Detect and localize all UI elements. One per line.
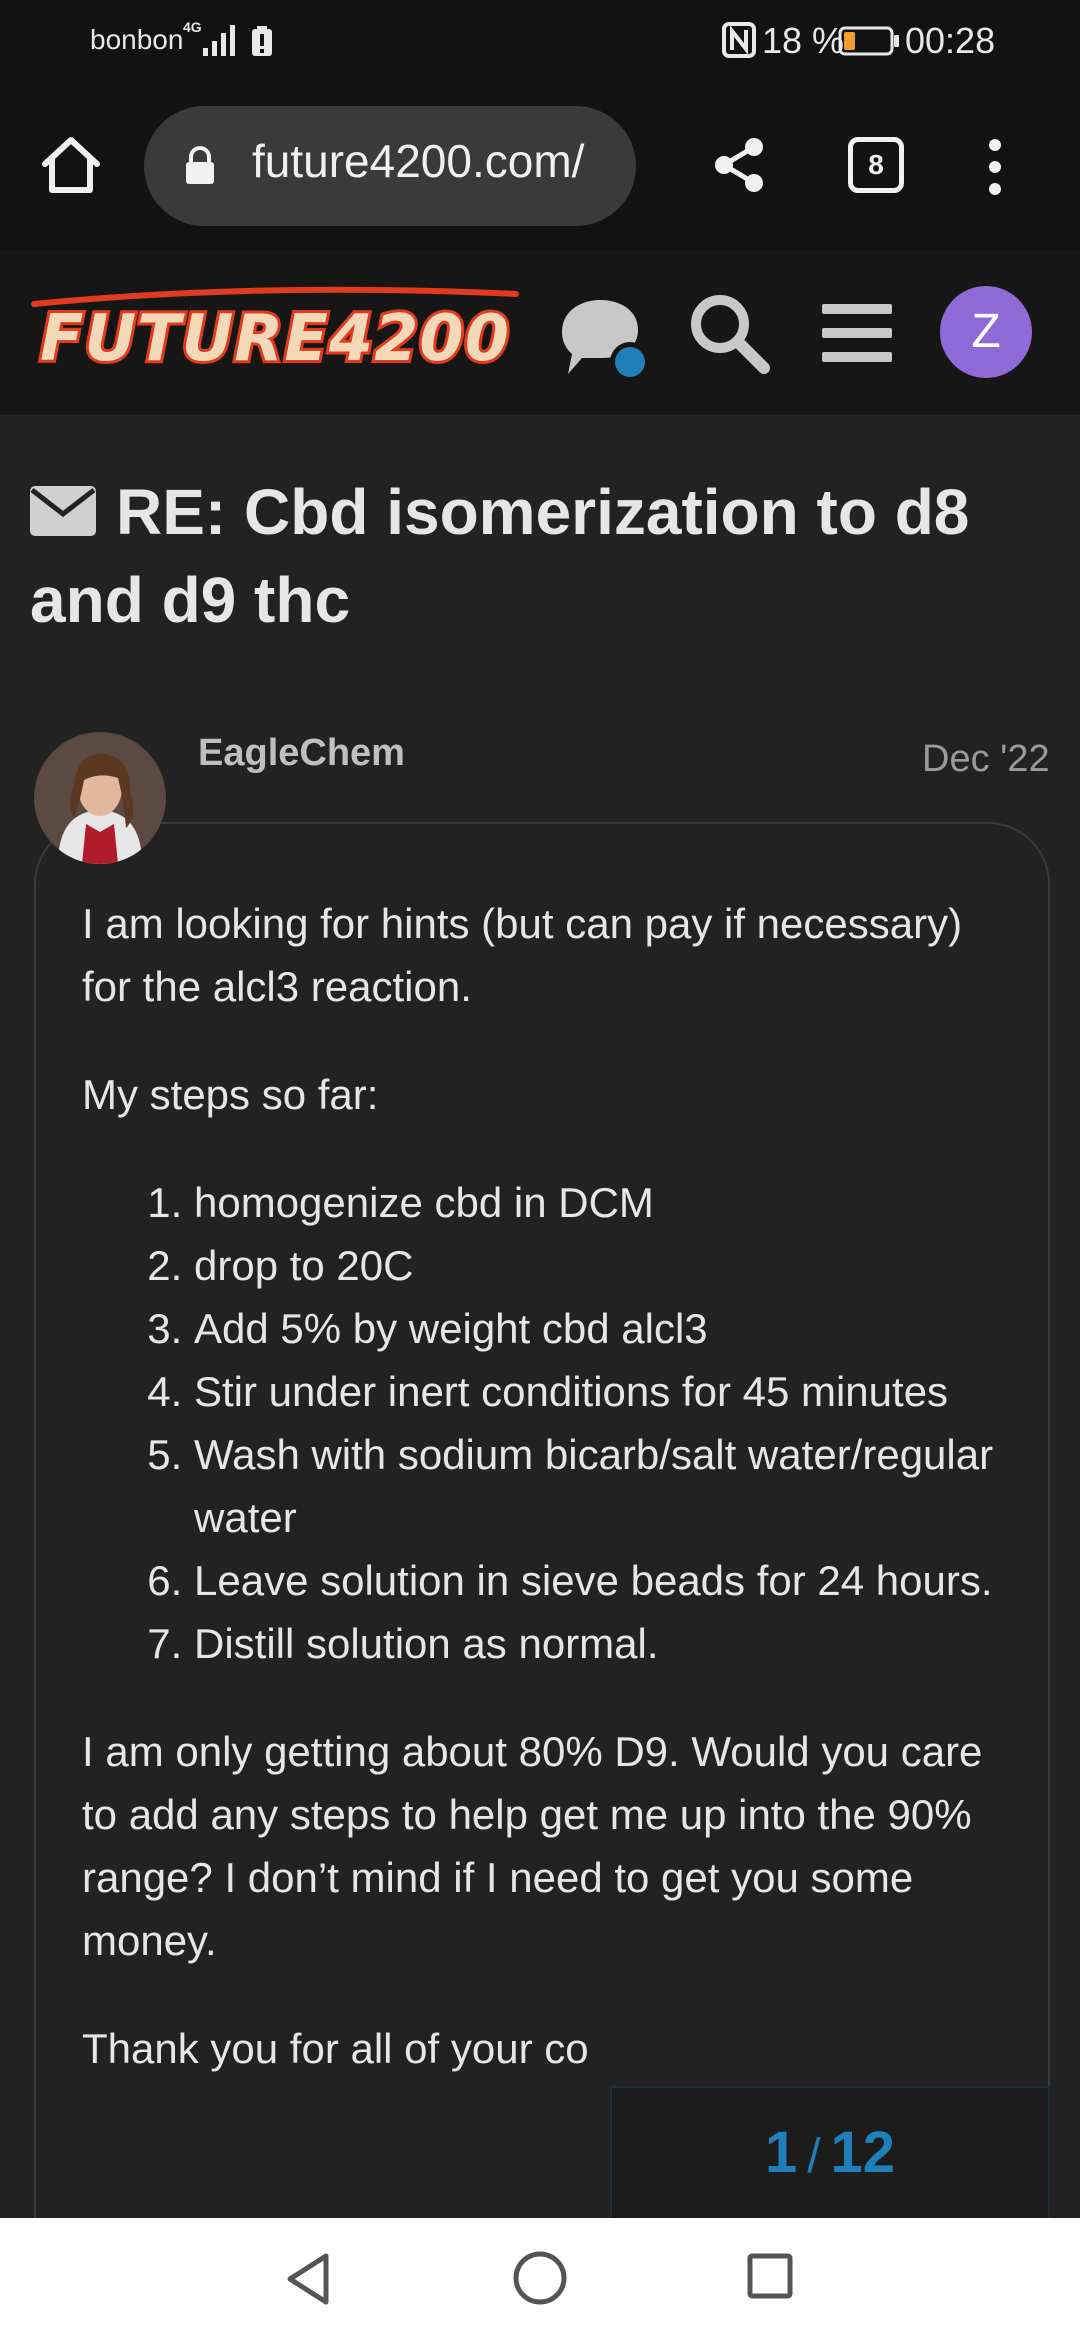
list-item: drop to 20C bbox=[194, 1234, 1002, 1297]
status-bar: bonbon 4G 18 % 00:28 bbox=[0, 0, 1080, 82]
post-steps-heading: My steps so far: bbox=[82, 1071, 379, 1118]
browser-toolbar: future4200.com/ 8 bbox=[0, 82, 1080, 250]
list-item: Add 5% by weight cbd alcl3 bbox=[194, 1297, 1002, 1360]
list-item: Distill solution as normal. bbox=[194, 1612, 1002, 1675]
clock: 00:28 bbox=[905, 20, 996, 61]
post-progress-counter[interactable]: 1/12 bbox=[610, 2086, 1050, 2218]
home-icon[interactable] bbox=[40, 134, 102, 196]
system-navigation-bar bbox=[0, 2218, 1080, 2340]
list-item: Wash with sodium bicarb/salt water/regul… bbox=[194, 1423, 1002, 1549]
chat-icon[interactable] bbox=[556, 290, 656, 390]
list-item: homogenize cbd in DCM bbox=[194, 1171, 1002, 1234]
topic-title: RE: Cbd isomerization to d8 and d9 thc bbox=[30, 468, 1040, 644]
hamburger-menu-icon[interactable] bbox=[820, 300, 894, 366]
post-date[interactable]: Dec '22 bbox=[922, 738, 1050, 781]
steps-list: homogenize cbd in DCM drop to 20C Add 5%… bbox=[82, 1171, 1002, 1675]
post-closing: Thank you for all of your co bbox=[82, 2025, 589, 2072]
total-post-count: 12 bbox=[830, 2120, 896, 2185]
site-logo[interactable]: FUTURE4200 bbox=[28, 284, 522, 376]
current-post-number: 1 bbox=[764, 2120, 798, 2185]
back-icon[interactable] bbox=[282, 2250, 334, 2308]
battery-percent: 18 % bbox=[762, 20, 845, 61]
user-avatar[interactable]: Z bbox=[940, 286, 1032, 378]
list-item: Stir under inert conditions for 45 minut… bbox=[194, 1360, 1002, 1423]
battery-icon bbox=[838, 26, 899, 56]
search-icon[interactable] bbox=[686, 290, 772, 376]
recent-apps-icon[interactable] bbox=[746, 2252, 794, 2300]
poster-photo bbox=[34, 732, 166, 864]
post-intro: I am looking for hints (but can pay if n… bbox=[82, 900, 963, 1010]
envelope-icon bbox=[30, 486, 96, 536]
share-icon[interactable] bbox=[712, 136, 766, 194]
battery-alert-icon bbox=[252, 26, 272, 56]
topic-title-text: RE: Cbd isomerization to d8 and d9 thc bbox=[30, 476, 970, 636]
address-bar[interactable]: future4200.com/ bbox=[144, 106, 636, 226]
site-header: FUTURE4200 Z bbox=[0, 250, 1080, 415]
poster-username[interactable]: EagleChem bbox=[198, 732, 405, 775]
url-text: future4200.com/ bbox=[252, 135, 585, 187]
list-item: Leave solution in sieve beads for 24 hou… bbox=[194, 1549, 1002, 1612]
nfc-icon bbox=[722, 22, 756, 58]
tab-switcher-button[interactable]: 8 bbox=[848, 137, 904, 193]
lock-icon bbox=[186, 146, 214, 184]
carrier-name: bonbon bbox=[90, 24, 184, 55]
more-options-icon[interactable] bbox=[980, 137, 1010, 197]
counter-separator: / bbox=[807, 2130, 821, 2183]
post-body: I am looking for hints (but can pay if n… bbox=[82, 892, 1002, 2125]
post-followup: I am only getting about 80% D9. Would yo… bbox=[82, 1728, 983, 1964]
svg-text:FUTURE4200: FUTURE4200 bbox=[40, 302, 510, 376]
signal-icon bbox=[203, 25, 235, 56]
poster-avatar[interactable] bbox=[34, 732, 166, 864]
network-type: 4G bbox=[183, 19, 202, 35]
home-circle-icon[interactable] bbox=[512, 2250, 568, 2306]
